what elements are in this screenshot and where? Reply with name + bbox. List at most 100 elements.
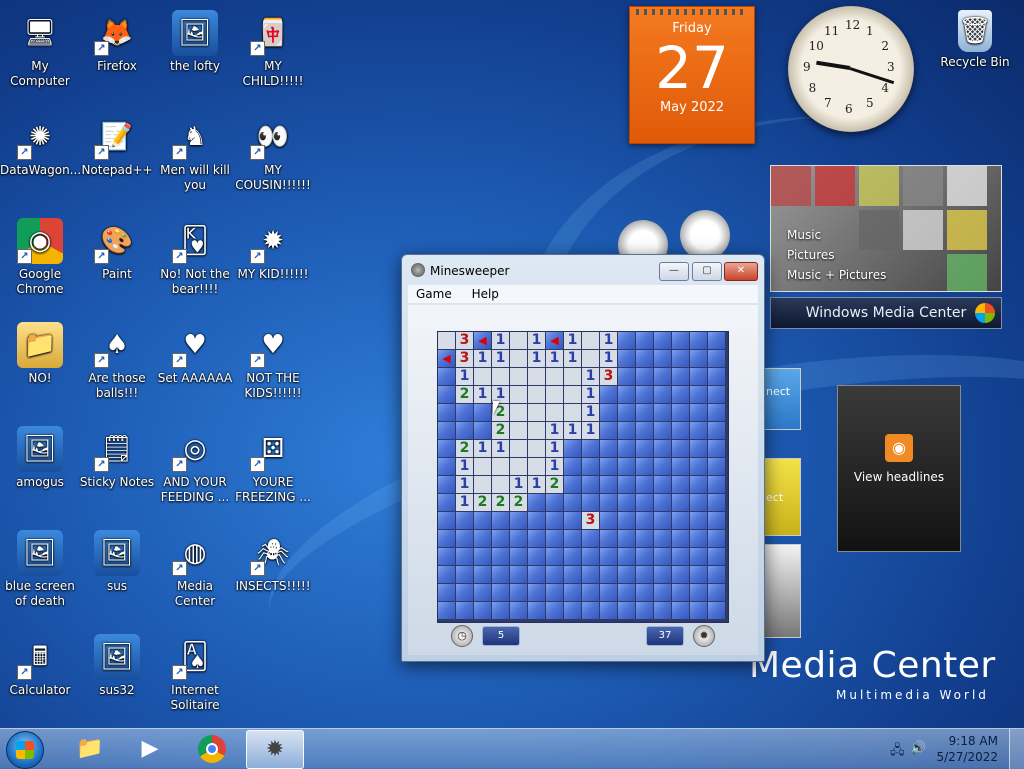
cell-hidden[interactable] xyxy=(438,602,455,619)
cell-hidden[interactable] xyxy=(474,512,491,529)
cell-open[interactable] xyxy=(528,440,545,457)
cell-number[interactable]: 1 xyxy=(456,368,473,385)
window-titlebar[interactable]: Minesweeper — ▢ ✕ xyxy=(402,255,764,285)
desktop-icon[interactable]: 🖼 sus32 xyxy=(77,628,157,698)
weather-gadget[interactable]: ect xyxy=(763,458,801,536)
flag-icon[interactable]: ◀ xyxy=(438,350,455,367)
cell-open[interactable] xyxy=(510,350,527,367)
cell-hidden[interactable] xyxy=(456,404,473,421)
cell-open[interactable] xyxy=(510,422,527,439)
cell-hidden[interactable] xyxy=(654,368,671,385)
flag-icon[interactable]: ◀ xyxy=(474,332,491,349)
cell-hidden[interactable] xyxy=(672,602,689,619)
desktop-icon[interactable]: ◎ ↗ AND YOUR FEEDING ... xyxy=(155,420,235,505)
feed-headlines-gadget[interactable]: ◉ View headlines xyxy=(837,385,961,552)
media-center-gadget[interactable]: Music Pictures Music + Pictures xyxy=(770,165,1002,292)
cell-hidden[interactable] xyxy=(510,512,527,529)
cell-hidden[interactable] xyxy=(636,332,653,349)
cell-hidden[interactable] xyxy=(582,548,599,565)
desktop-icon[interactable]: ♞ ↗ Men will kill you xyxy=(155,108,235,193)
flag-icon[interactable]: ◀ xyxy=(546,332,563,349)
desktop-icon[interactable]: 🖥 My Computer xyxy=(0,4,80,89)
start-button[interactable] xyxy=(6,731,44,769)
cell-open[interactable] xyxy=(564,368,581,385)
cell-open[interactable] xyxy=(528,404,545,421)
cell-open[interactable] xyxy=(546,386,563,403)
cell-hidden[interactable] xyxy=(474,422,491,439)
show-desktop-button[interactable] xyxy=(1009,729,1024,769)
cell-hidden[interactable] xyxy=(618,602,635,619)
desktop-icon[interactable]: ◉ ↗ Google Chrome xyxy=(0,212,80,297)
cell-hidden[interactable] xyxy=(474,548,491,565)
cell-hidden[interactable] xyxy=(474,584,491,601)
cell-hidden[interactable] xyxy=(492,566,509,583)
cell-open[interactable] xyxy=(510,404,527,421)
cell-hidden[interactable] xyxy=(672,422,689,439)
cell-hidden[interactable] xyxy=(654,422,671,439)
cell-open[interactable] xyxy=(492,458,509,475)
cell-hidden[interactable] xyxy=(600,512,617,529)
cell-hidden[interactable] xyxy=(618,584,635,601)
cell-hidden[interactable] xyxy=(510,548,527,565)
media-center-item-pictures[interactable]: Pictures xyxy=(787,248,835,262)
cell-open[interactable] xyxy=(492,476,509,493)
cell-open[interactable] xyxy=(546,404,563,421)
cell-hidden[interactable] xyxy=(618,566,635,583)
cell-number[interactable]: 1 xyxy=(582,368,599,385)
cell-hidden[interactable] xyxy=(672,512,689,529)
cell-hidden[interactable] xyxy=(618,422,635,439)
cell-number[interactable]: 1 xyxy=(528,350,545,367)
cell-hidden[interactable] xyxy=(654,458,671,475)
cell-number[interactable]: 1 xyxy=(546,422,563,439)
cell-hidden[interactable] xyxy=(708,530,725,547)
desktop-icon-recycle-bin[interactable]: 🗑 Recycle Bin xyxy=(935,4,1015,70)
cell-number[interactable]: 1 xyxy=(528,332,545,349)
cell-hidden[interactable] xyxy=(654,386,671,403)
cell-hidden[interactable] xyxy=(654,548,671,565)
taskbar-minesweeper[interactable]: ✹ xyxy=(246,730,304,769)
desktop-icon[interactable]: 🀄 ↗ MY CHILD!!!!! xyxy=(233,4,313,89)
cell-open[interactable] xyxy=(510,458,527,475)
cell-number[interactable]: 1 xyxy=(600,332,617,349)
cell-hidden[interactable] xyxy=(438,404,455,421)
media-center-item-music[interactable]: Music xyxy=(787,228,821,242)
desktop-icon[interactable]: ♠ ↗ Are those balls!!! xyxy=(77,316,157,401)
cell-hidden[interactable] xyxy=(654,350,671,367)
cell-open[interactable] xyxy=(438,332,455,349)
cell-hidden[interactable] xyxy=(636,440,653,457)
cell-hidden[interactable] xyxy=(474,566,491,583)
cell-hidden[interactable] xyxy=(474,530,491,547)
cell-hidden[interactable] xyxy=(690,584,707,601)
cell-hidden[interactable] xyxy=(456,548,473,565)
cell-number[interactable]: 1 xyxy=(546,458,563,475)
cell-hidden[interactable] xyxy=(582,494,599,511)
menu-game[interactable]: Game xyxy=(408,287,460,301)
cell-hidden[interactable] xyxy=(456,512,473,529)
cell-hidden[interactable] xyxy=(708,476,725,493)
cell-hidden[interactable] xyxy=(636,350,653,367)
taskbar-media-player[interactable]: ▶ xyxy=(122,730,178,767)
cell-hidden[interactable] xyxy=(654,530,671,547)
cell-hidden[interactable] xyxy=(672,476,689,493)
cell-hidden[interactable] xyxy=(582,566,599,583)
tray-time[interactable]: 9:18 AM xyxy=(949,734,998,748)
cell-hidden[interactable] xyxy=(636,548,653,565)
cell-number[interactable]: 1 xyxy=(528,476,545,493)
cell-hidden[interactable] xyxy=(672,494,689,511)
cell-number[interactable]: 1 xyxy=(510,476,527,493)
cell-hidden[interactable] xyxy=(636,512,653,529)
desktop-icon[interactable]: 🂾 ↗ No! Not the bear!!!! xyxy=(155,212,235,297)
cell-hidden[interactable] xyxy=(636,458,653,475)
desktop-icon[interactable]: ♥ ↗ Set AAAAAA xyxy=(155,316,235,386)
cell-hidden[interactable] xyxy=(564,584,581,601)
cell-hidden[interactable] xyxy=(672,530,689,547)
cell-hidden[interactable] xyxy=(438,440,455,457)
cell-hidden[interactable] xyxy=(600,530,617,547)
cell-hidden[interactable] xyxy=(636,476,653,493)
cell-hidden[interactable] xyxy=(600,584,617,601)
desktop-icon[interactable]: 🖼 the lofty xyxy=(155,4,235,74)
cell-hidden[interactable] xyxy=(654,602,671,619)
cell-hidden[interactable] xyxy=(672,584,689,601)
cell-hidden[interactable] xyxy=(618,368,635,385)
view-headlines-label[interactable]: View headlines xyxy=(838,470,960,484)
